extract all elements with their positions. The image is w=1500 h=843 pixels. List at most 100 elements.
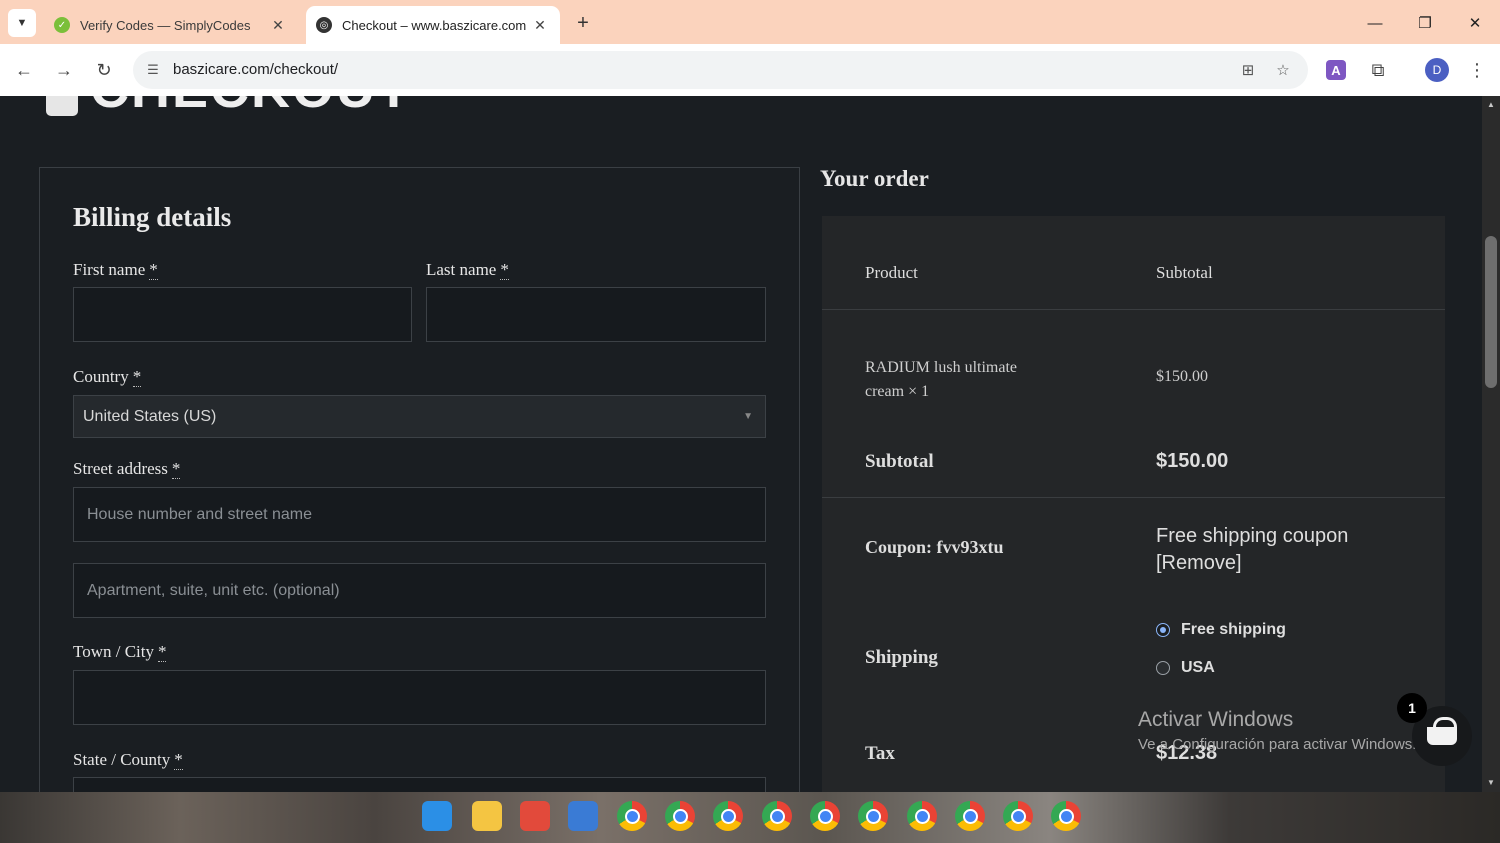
chrome-icon[interactable] (762, 801, 792, 831)
windows-activation-watermark: Activar Windows Ve a Configuración para … (1138, 708, 1416, 753)
restore-button[interactable]: ❐ (1410, 8, 1440, 38)
baszicare-favicon-icon: ◎ (316, 17, 332, 33)
divider (822, 309, 1445, 310)
minimize-button[interactable]: — (1360, 8, 1390, 38)
reload-icon: ↻ (96, 59, 112, 80)
usa-shipping-option-label[interactable]: USA (1181, 659, 1215, 677)
url-text[interactable]: baszicare.com/checkout/ (173, 61, 338, 78)
chrome-icon[interactable] (665, 801, 695, 831)
back-button[interactable]: ← (10, 56, 38, 84)
kebab-menu-icon[interactable]: ⋮ (1465, 58, 1489, 82)
basket-icon (1427, 717, 1457, 745)
chrome-icon[interactable] (858, 801, 888, 831)
apartment-field[interactable]: Apartment, suite, unit etc. (optional) (73, 563, 766, 618)
last-name-field[interactable] (426, 287, 766, 342)
item-name-line: RADIUM lush ultimate (865, 359, 1017, 376)
street-address-field[interactable]: House number and street name (73, 487, 766, 542)
dropdown-arrow-icon: ▼ (743, 411, 753, 422)
app-icon[interactable] (520, 801, 550, 831)
tab-title: Verify Codes — SimplyCodes (80, 17, 251, 33)
store-icon[interactable] (568, 801, 598, 831)
state-field[interactable] (73, 777, 766, 792)
city-label: Town / City * (73, 642, 167, 662)
divider (822, 497, 1445, 498)
first-name-label-text: First name (73, 260, 146, 279)
page-scrollbar[interactable]: ▲ ▼ (1482, 96, 1500, 792)
item-name-line-2: cream × 1 (865, 380, 1017, 404)
country-select[interactable]: United States (US) ▼ (73, 395, 766, 438)
file-explorer-icon[interactable] (472, 801, 502, 831)
chrome-icon[interactable] (1051, 801, 1081, 831)
scrollbar-thumb[interactable] (1485, 236, 1497, 388)
scroll-down-arrow-icon[interactable]: ▼ (1486, 778, 1496, 788)
first-name-label: First name * (73, 260, 158, 280)
extension-a-icon[interactable]: A (1326, 60, 1346, 80)
browser-toolbar: ← → ↻ ☰ baszicare.com/checkout/ ⊞ ☆ A ⧉ … (0, 44, 1500, 96)
star-icon[interactable]: ☆ (1272, 59, 1294, 81)
chevron-down-icon: ▼ (16, 17, 28, 29)
translate-icon[interactable]: ⊞ (1237, 59, 1259, 81)
subtotal-label: Subtotal (865, 451, 934, 472)
cart-count-badge: 1 (1397, 693, 1427, 723)
close-icon[interactable]: ✕ (266, 13, 290, 37)
coupon-label: Coupon: fvv93xtu (865, 537, 1004, 557)
chrome-icon[interactable] (907, 801, 937, 831)
address-bar[interactable]: ☰ baszicare.com/checkout/ ⊞ ☆ (133, 51, 1308, 89)
item-qty: × 1 (908, 383, 930, 400)
city-label-text: Town / City (73, 642, 154, 661)
watermark-subtitle: Ve a Configuración para activar Windows. (1138, 736, 1417, 753)
required-mark: * (149, 260, 158, 280)
site-info-icon[interactable]: ☰ (143, 60, 163, 80)
chrome-icon[interactable] (713, 801, 743, 831)
required-mark: * (132, 367, 142, 387)
tab-list-button[interactable]: ▼ (8, 9, 36, 37)
city-field[interactable] (73, 670, 766, 725)
coupon-description: Free shipping coupon (1156, 525, 1349, 547)
puzzle-icon[interactable]: ⧉ (1366, 58, 1390, 82)
simplycodes-favicon-icon: ✓ (54, 17, 70, 33)
cart-icon (46, 96, 78, 116)
close-icon[interactable]: ✕ (528, 13, 552, 37)
watermark-title: Activar Windows (1138, 708, 1294, 731)
remove-coupon-link[interactable]: [Remove] (1156, 550, 1348, 577)
required-mark: * (171, 459, 181, 479)
close-window-button[interactable]: ✕ (1460, 8, 1490, 38)
chrome-icon[interactable] (1003, 801, 1033, 831)
tab-simplycodes[interactable]: ✓ Verify Codes — SimplyCodes ✕ (44, 6, 298, 44)
free-shipping-radio[interactable] (1156, 623, 1170, 637)
required-mark: * (157, 642, 167, 662)
first-name-field[interactable] (73, 287, 412, 342)
chrome-icon[interactable] (955, 801, 985, 831)
country-label-text: Country (73, 367, 129, 386)
forward-arrow-icon: → (55, 59, 73, 80)
order-title: Your order (820, 166, 929, 191)
street-address-label-text: Street address (73, 459, 168, 478)
forward-button[interactable]: → (50, 56, 78, 84)
chrome-icon[interactable] (617, 801, 647, 831)
state-label-text: State / County (73, 750, 171, 769)
billing-details-section: Billing details First name * Last name * C… (39, 167, 800, 792)
subtotal-column-header: Subtotal (1156, 263, 1213, 282)
state-label: State / County * (73, 750, 183, 770)
usa-shipping-radio[interactable] (1156, 661, 1170, 675)
product-column-header: Product (865, 263, 918, 282)
reload-button[interactable]: ↻ (90, 56, 118, 84)
profile-avatar[interactable]: D (1425, 58, 1449, 82)
country-value: United States (US) (83, 407, 217, 425)
scroll-up-arrow-icon[interactable]: ▲ (1486, 100, 1496, 110)
windows-start-icon[interactable] (422, 801, 452, 831)
order-review-table: Product Subtotal RADIUM lush ultimate cr… (822, 216, 1445, 792)
windows-taskbar (0, 792, 1500, 843)
subtotal-value: $150.00 (1156, 450, 1229, 472)
page-title-text: CHECKOUT (90, 96, 412, 116)
new-tab-button[interactable]: + (570, 10, 596, 36)
street-address-label: Street address * (73, 459, 181, 479)
coupon-value: Free shipping coupon [Remove] (1156, 523, 1348, 577)
free-shipping-option-label[interactable]: Free shipping (1181, 621, 1286, 639)
tab-checkout[interactable]: ◎ Checkout – www.baszicare.com ✕ (306, 6, 560, 44)
shipping-label: Shipping (865, 647, 938, 668)
country-label: Country * (73, 367, 142, 387)
tab-bar: ▼ ✓ Verify Codes — SimplyCodes ✕ ◎ Check… (0, 0, 1500, 44)
chrome-icon[interactable] (810, 801, 840, 831)
required-mark: * (174, 750, 183, 770)
